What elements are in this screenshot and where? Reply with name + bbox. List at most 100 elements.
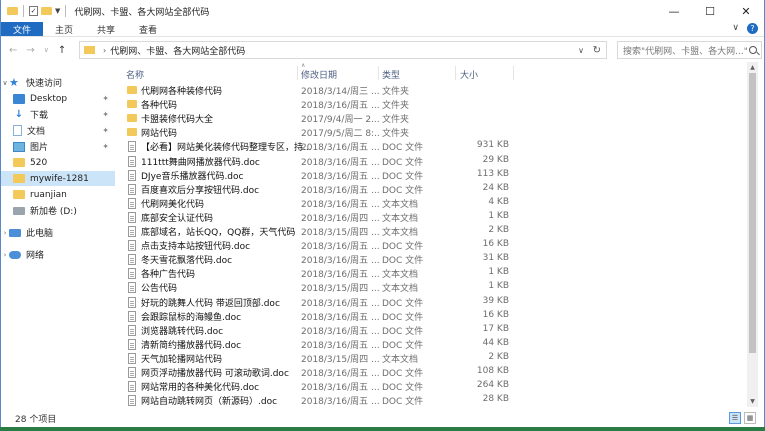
file-date: 2018/3/16/周五 ...	[301, 256, 379, 267]
table-row[interactable]: 各种代码 2018/3/16/周五 ... 文件夹	[121, 97, 516, 111]
file-type: 文本文档	[382, 213, 419, 224]
column-header-type[interactable]: 类型	[382, 68, 400, 81]
file-type: DOC 文件	[382, 383, 424, 394]
table-row[interactable]: 网页浮动播放器代码 可滚动歌词.doc 2018/3/16/周五 ... DOC 文…	[121, 365, 516, 379]
vertical-scrollbar[interactable]: ▲ ▼	[747, 62, 758, 407]
file-date: 2018/3/16/周五 ...	[301, 143, 379, 154]
file-type: DOC 文件	[382, 185, 424, 196]
table-row[interactable]: 清新简约播放器代码.doc 2018/3/16/周五 ... DOC 文件 44 KB	[121, 337, 516, 351]
file-type: DOC 文件	[382, 340, 424, 351]
column-header-date[interactable]: 修改日期	[301, 68, 337, 81]
scroll-thumb[interactable]	[749, 73, 756, 353]
tab-share[interactable]: 共享	[85, 22, 127, 36]
table-row[interactable]: 111ttt舞曲网播放器代码.doc 2018/3/16/周五 ... DOC 文件…	[121, 154, 516, 168]
folder-icon	[13, 174, 25, 183]
customize-toolbar-icon[interactable]: ▼	[55, 7, 60, 15]
properties-icon[interactable]: ✓	[29, 6, 38, 16]
sidebar-item-ruanjian[interactable]: ruanjian	[1, 187, 115, 202]
file-name: 代刷网美化代码	[141, 199, 205, 210]
table-row[interactable]: 百度喜欢后分享按钮代码.doc 2018/3/16/周五 ... DOC 文件 24 …	[121, 182, 516, 196]
sidebar-item-quick-access[interactable]: ∨ ★ 快速访问	[1, 75, 115, 90]
large-icons-view-icon[interactable]: ▦	[744, 412, 756, 424]
file-date: 2018/3/16/周五 ...	[301, 397, 379, 408]
file-size: 16 KB	[482, 239, 509, 250]
table-row[interactable]: 公告代码 2018/3/15/周四 ... 文本文档 1 KB	[121, 280, 516, 294]
table-row[interactable]: 网站代码 2017/9/5/周二 8:... 文件夹	[121, 125, 516, 139]
forward-button[interactable]: →	[26, 45, 34, 56]
table-row[interactable]: 网站自动跳转网页（新源码）.doc 2018/3/16/周五 ... DOC 文件 2…	[121, 393, 516, 407]
sidebar-item-network[interactable]: › 网络	[1, 247, 115, 262]
table-row[interactable]: 底部域名，站长QQ，QQ群，天气代码 2018/3/15/周四 ... 文本文档 2 …	[121, 224, 516, 238]
folder-icon	[7, 7, 18, 15]
tab-view[interactable]: 查看	[127, 22, 169, 36]
tab-home[interactable]: 主页	[43, 22, 85, 36]
maximize-button[interactable]: ☐	[692, 0, 728, 22]
file-size: 1 KB	[488, 267, 509, 278]
chevron-down-icon[interactable]: ∨	[1, 79, 9, 87]
table-row[interactable]: 浏览器跳转代码.doc 2018/3/16/周五 ... DOC 文件 17 KB	[121, 323, 516, 337]
scroll-up-button[interactable]: ▲	[747, 62, 758, 73]
refresh-icon[interactable]: ↻	[593, 45, 601, 56]
chevron-right-icon[interactable]: ›	[103, 46, 106, 55]
table-row[interactable]: 好玩的跳舞人代码 带返回顶部.doc 2018/3/16/周五 ... DOC 文件…	[121, 295, 516, 309]
table-row[interactable]: 冬天雪花飘落代码.doc 2018/3/16/周五 ... DOC 文件 31 KB	[121, 252, 516, 266]
pictures-icon	[13, 141, 25, 152]
close-button[interactable]: ✕	[728, 0, 764, 22]
document-icon	[128, 282, 136, 294]
column-header-name[interactable]: 名称	[126, 68, 144, 81]
tab-file[interactable]: 文件	[1, 22, 44, 36]
address-bar[interactable]: › 代刷网、卡盟、各大网站全部代码 ∨ ↻	[79, 41, 607, 59]
file-name: 底部域名，站长QQ，QQ群，天气代码	[141, 228, 296, 238]
scroll-down-button[interactable]: ▼	[747, 396, 758, 407]
file-date: 2018/3/16/周五 ...	[301, 157, 379, 168]
table-row[interactable]: 各种广告代码 2018/3/16/周五 ... 文本文档 1 KB	[121, 266, 516, 280]
search-input[interactable]: 搜索"代刷网、卡盟、各大网..."	[617, 41, 762, 59]
file-size: 16 KB	[482, 309, 509, 320]
new-folder-icon[interactable]	[41, 7, 52, 15]
file-name: 网页浮动播放器代码 可滚动歌词.doc	[141, 369, 289, 379]
breadcrumb[interactable]: 代刷网、卡盟、各大网站全部代码	[110, 44, 245, 57]
up-button[interactable]: ↑	[58, 45, 66, 56]
sidebar-item-this-pc[interactable]: › 此电脑	[1, 225, 115, 240]
file-date: 2018/3/15/周四 ...	[301, 354, 379, 365]
recent-locations-button[interactable]: ∨	[44, 46, 49, 54]
table-row[interactable]: 底部安全认证代码 2018/3/16/周四 ... 文本文档 1 KB	[121, 210, 516, 224]
table-row[interactable]: 天气加轮播网站代码 2018/3/15/周四 ... 文本文档 2 KB	[121, 351, 516, 365]
file-type: DOC 文件	[382, 157, 424, 168]
expand-ribbon-icon[interactable]: ∨	[732, 23, 739, 34]
chevron-right-icon[interactable]: ›	[1, 229, 9, 237]
chevron-right-icon[interactable]: ›	[1, 251, 9, 259]
table-row[interactable]: 代刷网美化代码 2018/3/16/周五 ... 文本文档 4 KB	[121, 196, 516, 210]
help-icon[interactable]: ?	[747, 23, 758, 34]
file-size: 264 KB	[476, 380, 509, 391]
sidebar-item-520[interactable]: 520	[1, 155, 115, 170]
back-button[interactable]: ←	[9, 45, 17, 56]
minimize-button[interactable]: —	[656, 0, 692, 22]
column-header-size[interactable]: 大小	[460, 68, 478, 81]
table-row[interactable]: 【必看】网站美化装修代码整理专区，持... 2018/3/16/周五 ... DOC…	[121, 139, 516, 153]
table-row[interactable]: 网站常用的各种美化代码.doc 2018/3/16/周五 ... DOC 文件 264…	[121, 379, 516, 393]
file-type: 文件夹	[382, 129, 410, 140]
file-type: 文本文档	[382, 270, 419, 281]
sidebar-item-pictures[interactable]: 图片 ✦	[1, 139, 115, 154]
sidebar-item-downloads[interactable]: ↓ 下载 ✦	[1, 107, 115, 122]
file-type: 文件夹	[382, 115, 410, 126]
table-row[interactable]: 卡盟装修代码大全 2017/9/4/周一 2... 文件夹	[121, 111, 516, 125]
sidebar-item-documents[interactable]: 文档 ✦	[1, 123, 115, 138]
details-view-icon[interactable]: ☰	[729, 412, 741, 424]
file-date: 2018/3/15/周四 ...	[301, 228, 379, 238]
table-row[interactable]: 点击支持本站按钮代码.doc 2018/3/16/周五 ... DOC 文件 16 K…	[121, 238, 516, 252]
sidebar-item-mywife[interactable]: mywife-1281	[1, 171, 115, 186]
desktop-icon	[13, 93, 25, 104]
search-icon[interactable]	[749, 46, 757, 54]
file-date: 2018/3/15/周四 ...	[301, 284, 379, 295]
address-dropdown-icon[interactable]: ∨	[578, 46, 584, 55]
file-date: 2018/3/16/周五 ...	[301, 298, 379, 309]
table-row[interactable]: DJye音乐播放器代码.doc 2018/3/16/周五 ... DOC 文件 113…	[121, 168, 516, 182]
table-row[interactable]: 会跟踪鼠标的海鳗鱼.doc 2018/3/16/周五 ... DOC 文件 16 KB	[121, 309, 516, 323]
sidebar-item-desktop[interactable]: Desktop ✦	[1, 91, 115, 106]
table-row[interactable]: 代刷网各种装修代码 2018/3/14/周三 ... 文件夹	[121, 83, 516, 97]
explorer-window: ✓ ▼ 代刷网、卡盟、各大网站全部代码 — ☐ ✕ 文件 主页 共享 查看 ∨ …	[0, 0, 765, 427]
sidebar-item-drive-d[interactable]: 新加卷 (D:)	[1, 203, 115, 218]
file-type: DOC 文件	[382, 326, 424, 337]
